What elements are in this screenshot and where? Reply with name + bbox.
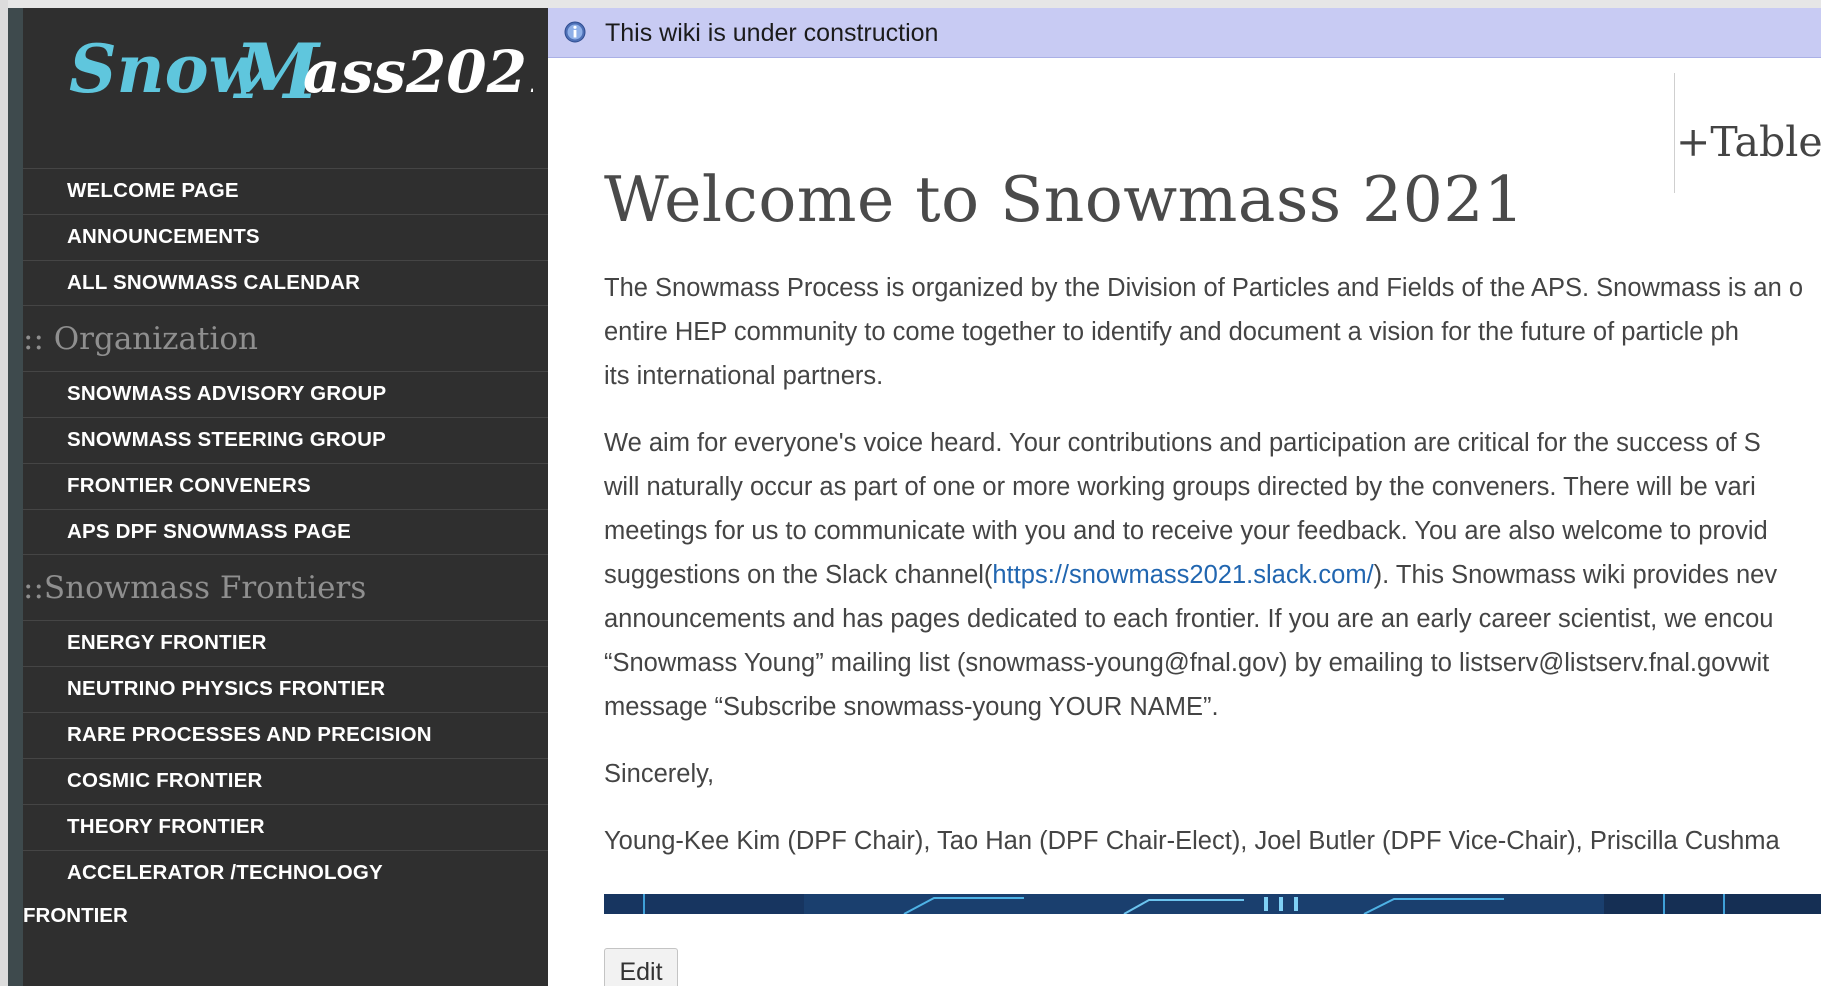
sidebar-item-rare-processes[interactable]: RARE PROCESSES AND PRECISION: [23, 712, 548, 758]
sidebar-nav: WELCOME PAGE ANNOUNCEMENTS ALL SNOWMASS …: [23, 168, 548, 936]
header-banner-image: [604, 894, 1821, 914]
participation-line-5: announcements and has pages dedicated to…: [604, 605, 1774, 633]
sidebar-item-cosmic-frontier[interactable]: COSMIC FRONTIER: [23, 758, 548, 804]
sidebar-item-accelerator-technology[interactable]: ACCELERATOR /TECHNOLOGY: [23, 850, 548, 896]
participation-line-2: will naturally occur as part of one or m…: [604, 473, 1756, 501]
intro-paragraph: The Snowmass Process is organized by the…: [604, 266, 1821, 398]
construction-notice: This wiki is under construction: [548, 8, 1821, 58]
participation-paragraph: We aim for everyone's voice heard. Your …: [604, 421, 1821, 729]
table-of-contents-toggle[interactable]: +Table: [1676, 118, 1821, 166]
logo-ass2021: ass2021: [303, 38, 533, 106]
page-left-edge: [8, 8, 23, 986]
participation-line-1: We aim for everyone's voice heard. Your …: [604, 429, 1761, 457]
participation-line-6: “Snowmass Young” mailing list (snowmass-…: [604, 649, 1770, 677]
slack-channel-link[interactable]: https://snowmass2021.slack.com/: [992, 561, 1373, 589]
site-logo-graphic: Snow M ass2021: [69, 27, 533, 116]
site-logo[interactable]: Snow M ass2021: [63, 18, 533, 118]
signatories-text: Young-Kee Kim (DPF Chair), Tao Han (DPF …: [604, 827, 1780, 855]
info-icon: [564, 21, 586, 43]
sidebar-heading-organization: :: Organization: [23, 321, 258, 357]
intro-line-2: entire HEP community to come together to…: [604, 318, 1739, 346]
edit-button[interactable]: Edit: [604, 948, 678, 986]
sidebar-item-aps-dpf-page[interactable]: APS DPF SNOWMASS PAGE: [23, 509, 548, 555]
notice-text: This wiki is under construction: [605, 19, 939, 47]
sidebar-item-energy-frontier[interactable]: ENERGY FRONTIER: [23, 620, 548, 666]
sidebar-item-calendar[interactable]: ALL SNOWMASS CALENDAR: [23, 260, 548, 306]
sidebar-item-accelerator-technology-tail[interactable]: FRONTIER: [23, 896, 548, 936]
sidebar-heading-frontiers: ::Snowmass Frontiers: [23, 570, 367, 606]
participation-line-7: message “Subscribe snowmass-young YOUR N…: [604, 693, 1219, 721]
participation-line-4-post: ). This Snowmass wiki provides nev: [1373, 561, 1778, 589]
sidebar-item-theory-frontier[interactable]: THEORY FRONTIER: [23, 804, 548, 850]
intro-line-3: its international partners.: [604, 362, 884, 390]
sidebar-item-welcome-page[interactable]: WELCOME PAGE: [23, 168, 548, 214]
page-title: Welcome to Snowmass 2021: [604, 163, 1525, 236]
sidebar-item-announcements[interactable]: ANNOUNCEMENTS: [23, 214, 548, 260]
participation-line-4-pre: suggestions on the Slack channel(: [604, 561, 993, 589]
main-content: This wiki is under construction +Table W…: [548, 8, 1821, 986]
intro-line-1: The Snowmass Process is organized by the…: [604, 274, 1804, 302]
banner-graphic: [604, 894, 1821, 914]
sidebar-item-neutrino-frontier[interactable]: NEUTRINO PHYSICS FRONTIER: [23, 666, 548, 712]
sidebar-item-frontier-conveners[interactable]: FRONTIER CONVENERS: [23, 463, 548, 509]
page-body: The Snowmass Process is organized by the…: [604, 266, 1821, 886]
participation-line-3: meetings for us to communicate with you …: [604, 517, 1768, 545]
window-top-frame: [0, 0, 1821, 8]
sidebar-item-steering-group[interactable]: SNOWMASS STEERING GROUP: [23, 417, 548, 463]
sidebar-item-advisory-group[interactable]: SNOWMASS ADVISORY GROUP: [23, 371, 548, 417]
closing-text: Sincerely,: [604, 760, 715, 788]
sidebar: Snow M ass2021 WELCOME PAGE ANNOUNCEMENT…: [23, 8, 548, 986]
window-left-frame: [0, 0, 8, 986]
toc-divider: [1674, 73, 1675, 193]
